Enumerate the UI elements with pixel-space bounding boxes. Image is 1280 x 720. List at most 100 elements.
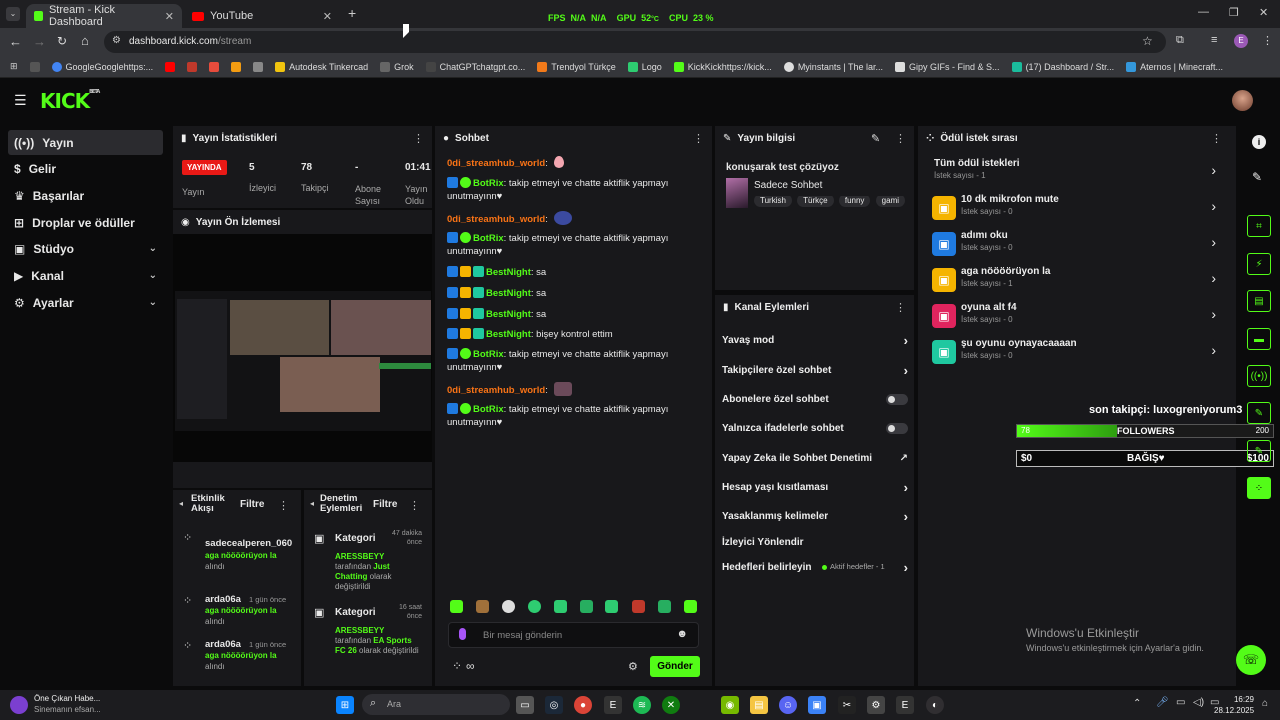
emote-icon[interactable] (450, 600, 463, 613)
site-info-icon[interactable]: ⚙ (112, 35, 121, 46)
settings-icon[interactable]: ⚙ (867, 696, 885, 714)
bookmark-item[interactable] (165, 61, 176, 72)
discord-icon[interactable]: ☺ (779, 696, 797, 714)
send-button[interactable]: Gönder (650, 656, 700, 677)
profile-avatar-icon[interactable]: E (1234, 34, 1248, 48)
setting-subscribers-only[interactable]: Abonelere özel sohbet (722, 389, 910, 409)
close-window-icon[interactable]: ✕ (1259, 6, 1268, 19)
xbox-icon[interactable]: ✕ (662, 696, 680, 714)
more-options-icon[interactable]: ⋮ (1211, 132, 1222, 145)
points-icon[interactable]: ⁘ (452, 659, 462, 673)
sidebar-item-droplar[interactable]: ⊞ Droplar ve ödüller (8, 210, 163, 235)
volume-icon[interactable]: ◁) (1193, 697, 1204, 708)
chat-username[interactable]: BestNight (486, 309, 531, 320)
category-name[interactable]: Sadece Sohbet (754, 180, 822, 191)
filter-button[interactable]: Filtre (240, 499, 264, 510)
more-options-icon[interactable]: ⋮ (413, 132, 424, 145)
network-icon[interactable]: ▭ (1176, 697, 1185, 708)
bookmark-item[interactable]: Gipy GIFs - Find & S... (895, 61, 1000, 72)
extensions-icon[interactable]: ⧉ (1176, 34, 1184, 47)
back-icon[interactable]: ← (9, 34, 22, 49)
bookmark-item[interactable] (209, 61, 220, 72)
emote-icon[interactable] (658, 600, 671, 613)
bookmark-item[interactable] (231, 61, 242, 72)
tray-chevron-icon[interactable]: ⌃ (1133, 698, 1141, 709)
stream-preview-video[interactable] (173, 234, 432, 462)
bookmark-item[interactable] (29, 61, 40, 72)
chat-settings-icon[interactable]: ⚙ (628, 660, 638, 673)
bookmark-item[interactable]: ChatGPTchatgpt.co... (425, 61, 525, 72)
clock[interactable]: 16:29 28.12.2025 (1214, 694, 1254, 716)
setting-followers-only[interactable]: Takipçilere özel sohbet › (722, 360, 910, 380)
sidebar-item-ayarlar[interactable]: ⚙ Ayarlar ⌄ (8, 290, 163, 315)
user-avatar[interactable] (1232, 90, 1253, 111)
tab-search-button[interactable]: ⌄ (6, 7, 20, 21)
bookmark-item[interactable]: Myinstants | The lar... (783, 61, 883, 72)
setting-ai-moderation[interactable]: Yapay Zeka ile Sohbet Denetimi ↗ (722, 448, 910, 468)
emote-icon[interactable] (528, 600, 541, 613)
bookmark-item[interactable]: Autodesk Tinkercad (275, 61, 368, 72)
more-options-icon[interactable]: ⋮ (409, 499, 420, 512)
info-icon[interactable]: i (1252, 135, 1266, 149)
rail-pencil-icon[interactable]: ✎ (1247, 402, 1271, 424)
browser-menu-icon[interactable]: ⋮ (1262, 34, 1273, 47)
emote-icon[interactable] (580, 600, 593, 613)
capcut-icon[interactable]: ✂ (838, 696, 856, 714)
bookmark-item[interactable]: KickKickhttps://kick... (673, 61, 772, 72)
sidebar-item-gelir[interactable]: $ Gelir (8, 156, 163, 181)
emote-icon[interactable] (476, 600, 489, 613)
chat-username[interactable]: BotRix (473, 404, 504, 415)
obs-icon[interactable]: ◐ (926, 696, 944, 714)
chat-username[interactable]: BotRix (473, 349, 504, 360)
task-view-icon[interactable]: ▭ (516, 696, 534, 714)
sidebar-item-yayin[interactable]: ((•)) Yayın (8, 130, 163, 155)
emote-icon[interactable] (605, 600, 618, 613)
chat-username[interactable]: 0di_streamhub_world (447, 158, 545, 169)
tag[interactable]: gami (875, 196, 906, 207)
infinity-icon[interactable]: ∞ (466, 659, 475, 673)
tag[interactable]: Turkish (754, 196, 792, 207)
toggle-switch[interactable] (886, 394, 908, 405)
bookmark-item[interactable] (253, 61, 264, 72)
setting-banned-words[interactable]: Yasaklanmış kelimeler › (722, 506, 910, 526)
sidebar-item-kanal[interactable]: ▶ Kanal ⌄ (8, 263, 163, 288)
reward-item[interactable]: ▣ adımı oku İstek sayısı - 0 › (932, 230, 1222, 262)
rail-screen-icon[interactable]: ⌗ (1247, 215, 1271, 237)
sidebar-item-studyo[interactable]: ▣ Stüdyo ⌄ (8, 236, 163, 261)
support-chat-icon[interactable]: ☏ (1236, 645, 1266, 675)
emote-icon[interactable] (554, 600, 567, 613)
chat-username[interactable]: BestNight (486, 329, 531, 340)
file-explorer-icon[interactable]: ▤ (750, 696, 768, 714)
rail-edit-icon[interactable]: ✎ (1247, 440, 1271, 462)
close-tab-icon[interactable]: ✕ (165, 10, 174, 23)
filter-button[interactable]: Filtre (373, 499, 397, 510)
rail-rewards-icon[interactable]: ⁘ (1247, 477, 1271, 499)
bookmark-item[interactable]: GoogleGooglehttps:... (51, 61, 153, 72)
tab-kick-dashboard[interactable]: Stream - Kick Dashboard ✕ (26, 4, 182, 28)
tag[interactable]: funny (838, 196, 871, 207)
nvidia-icon[interactable]: ◉ (721, 696, 739, 714)
apps-grid-icon[interactable]: ⊞ (10, 61, 18, 72)
reward-item[interactable]: ▣ oyuna alt f4 İstek sayısı - 0 › (932, 302, 1222, 334)
new-tab-icon[interactable]: + (348, 5, 356, 21)
edit-icon[interactable]: ✎ (871, 132, 880, 145)
reward-all-requests[interactable]: Tüm ödül istekleri İstek sayısı - 1 › (934, 158, 1224, 190)
tag[interactable]: Türkçe (797, 196, 834, 207)
more-options-icon[interactable]: ⋮ (895, 132, 906, 145)
chat-username[interactable]: 0di_streamhub_world (447, 385, 545, 396)
epic-games-icon[interactable]: E (604, 696, 622, 714)
bookmark-item[interactable]: (17) Dashboard / Str... (1011, 61, 1114, 72)
chat-username[interactable]: 0di_streamhub_world (447, 214, 545, 225)
microphone-icon[interactable] (459, 628, 466, 640)
setting-account-age[interactable]: Hesap yaşı kısıtlaması › (722, 477, 910, 497)
notification-icon[interactable]: ⌂ (1262, 698, 1268, 709)
rail-broadcast-icon[interactable]: ((•)) (1247, 365, 1271, 387)
chat-username[interactable]: BotRix (473, 178, 504, 189)
setting-slow-mode[interactable]: Yavaş mod › (722, 330, 910, 350)
bookmark-item[interactable] (187, 61, 198, 72)
bookmark-item[interactable]: Trendyol Türkçe (537, 61, 616, 72)
spotify-icon[interactable]: ≋ (633, 696, 651, 714)
steam-icon[interactable]: ◎ (545, 696, 563, 714)
home-icon[interactable]: ⌂ (81, 33, 89, 48)
toggle-switch[interactable] (886, 423, 908, 434)
